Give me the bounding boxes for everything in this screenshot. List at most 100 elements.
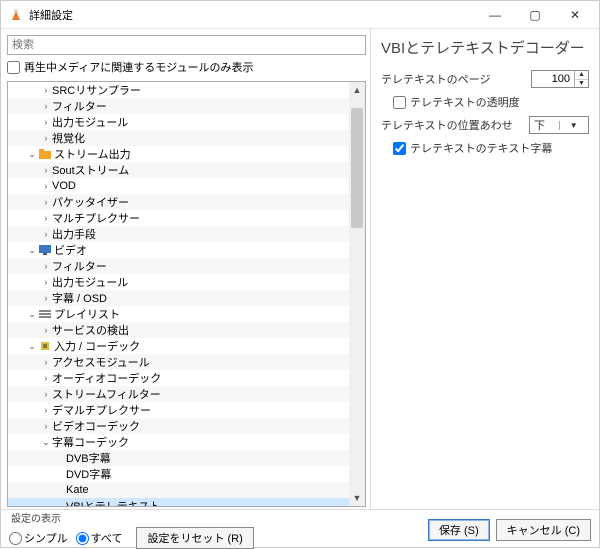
tree-item[interactable]: ›アクセスモジュール bbox=[8, 354, 349, 370]
chevron-right-icon[interactable]: › bbox=[40, 197, 52, 207]
chevron-down-icon[interactable]: ⌄ bbox=[26, 341, 38, 352]
chevron-down-icon[interactable]: ⌄ bbox=[26, 309, 38, 320]
close-button[interactable]: ✕ bbox=[555, 1, 595, 29]
tree-item[interactable]: ›視覚化 bbox=[8, 130, 349, 146]
tree-item[interactable]: ›ストリームフィルター bbox=[8, 386, 349, 402]
tree-item[interactable]: ›Soutストリーム bbox=[8, 162, 349, 178]
tree-item[interactable]: VBIとテレテキスト bbox=[8, 498, 349, 506]
settings-tree[interactable]: ›SRCリサンプラー›フィルター›出力モジュール›視覚化⌄ストリーム出力›Sou… bbox=[7, 81, 366, 507]
tree-item[interactable]: ›出力モジュール bbox=[8, 114, 349, 130]
display-mode-label: 設定の表示 bbox=[11, 510, 254, 525]
left-pane: 再生中メディアに関連するモジュールのみ表示 ›SRCリサンプラー›フィルター›出… bbox=[1, 29, 371, 509]
tree-item[interactable]: ›サービスの検出 bbox=[8, 322, 349, 338]
tree-item[interactable]: ⌄ 入力 / コーデック bbox=[8, 338, 349, 354]
only-related-modules-label: 再生中メディアに関連するモジュールのみ表示 bbox=[24, 59, 253, 75]
tree-item-label: ストリームフィルター bbox=[52, 386, 161, 402]
app-icon bbox=[9, 8, 23, 22]
tree-item[interactable]: ⌄字幕コーデック bbox=[8, 434, 349, 450]
window-title: 詳細設定 bbox=[29, 7, 73, 23]
text-subtitle-label: テレテキストのテキスト字幕 bbox=[410, 140, 552, 156]
tree-item-label: SRCリサンプラー bbox=[52, 82, 141, 98]
teletext-page-input[interactable] bbox=[532, 71, 574, 87]
chevron-right-icon[interactable]: › bbox=[40, 133, 52, 143]
text-subtitle-checkbox[interactable] bbox=[393, 142, 406, 155]
transparency-checkbox[interactable] bbox=[393, 96, 406, 109]
tree-item-label: 出力モジュール bbox=[52, 274, 128, 290]
tree-item[interactable]: ⌄ ストリーム出力 bbox=[8, 146, 349, 162]
tree-item-label: ビデオコーデック bbox=[52, 418, 140, 434]
tree-item[interactable]: Kate bbox=[8, 482, 349, 498]
scroll-down-icon[interactable]: ▼ bbox=[349, 490, 365, 506]
alignment-combo[interactable]: 下 ▼ bbox=[529, 116, 589, 134]
tree-item[interactable]: ›フィルター bbox=[8, 98, 349, 114]
tree-item[interactable]: ›ビデオコーデック bbox=[8, 418, 349, 434]
radio-simple[interactable]: シンプル bbox=[9, 530, 68, 546]
tree-item-label: マルチプレクサー bbox=[52, 210, 140, 226]
tree-item[interactable]: DVD字幕 bbox=[8, 466, 349, 482]
tree-item[interactable]: ›字幕 / OSD bbox=[8, 290, 349, 306]
maximize-button[interactable]: ▢ bbox=[515, 1, 555, 29]
tree-item[interactable]: ›VOD bbox=[8, 178, 349, 194]
tree-item-label: フィルター bbox=[52, 98, 107, 114]
tree-item-label: VBIとテレテキスト bbox=[66, 498, 160, 506]
chevron-down-icon[interactable]: ⌄ bbox=[26, 245, 38, 256]
panel-title: VBIとテレテキストデコーダー bbox=[381, 37, 589, 58]
tree-item[interactable]: ⌄ビデオ bbox=[8, 242, 349, 258]
chevron-right-icon[interactable]: › bbox=[40, 293, 52, 303]
scroll-thumb[interactable] bbox=[351, 108, 363, 228]
chevron-right-icon[interactable]: › bbox=[40, 373, 52, 383]
cancel-button[interactable]: キャンセル (C) bbox=[496, 519, 591, 541]
chevron-right-icon[interactable]: › bbox=[40, 405, 52, 415]
scroll-up-icon[interactable]: ▲ bbox=[349, 82, 365, 98]
chevron-down-icon[interactable]: ⌄ bbox=[40, 437, 52, 448]
tree-item[interactable]: ›パケッタイザー bbox=[8, 194, 349, 210]
spinner-up-icon[interactable]: ▲ bbox=[575, 71, 588, 80]
tree-item-label: ストリーム出力 bbox=[54, 146, 131, 162]
chevron-right-icon[interactable]: › bbox=[40, 85, 52, 95]
only-related-modules-checkbox[interactable] bbox=[7, 61, 20, 74]
teletext-page-label: テレテキストのページ bbox=[381, 71, 531, 87]
tree-scrollbar[interactable]: ▲ ▼ bbox=[349, 82, 365, 506]
chevron-right-icon[interactable]: › bbox=[40, 325, 52, 335]
chevron-right-icon[interactable]: › bbox=[40, 277, 52, 287]
reset-button[interactable]: 設定をリセット (R) bbox=[136, 527, 253, 549]
tree-item-label: 入力 / コーデック bbox=[54, 338, 140, 354]
tree-item[interactable]: ⌄プレイリスト bbox=[8, 306, 349, 322]
tree-item-label: アクセスモジュール bbox=[52, 354, 150, 370]
search-input[interactable] bbox=[7, 35, 366, 55]
minimize-button[interactable]: — bbox=[475, 1, 515, 29]
chevron-right-icon[interactable]: › bbox=[40, 181, 52, 191]
tree-item[interactable]: ›オーディオコーデック bbox=[8, 370, 349, 386]
tree-item-label: VOD bbox=[52, 180, 76, 192]
chevron-right-icon[interactable]: › bbox=[40, 229, 52, 239]
chevron-right-icon[interactable]: › bbox=[40, 261, 52, 271]
teletext-page-spinner[interactable]: ▲▼ bbox=[531, 70, 589, 88]
tree-item[interactable]: ›マルチプレクサー bbox=[8, 210, 349, 226]
tree-item[interactable]: ›出力モジュール bbox=[8, 274, 349, 290]
radio-all[interactable]: すべて bbox=[76, 530, 123, 546]
tree-item-label: 出力モジュール bbox=[52, 114, 128, 130]
chevron-right-icon[interactable]: › bbox=[40, 117, 52, 127]
tree-item[interactable]: ›SRCリサンプラー bbox=[8, 82, 349, 98]
monitor-blue-icon bbox=[38, 245, 52, 255]
chevron-right-icon[interactable]: › bbox=[40, 357, 52, 367]
tree-item[interactable]: ›出力手段 bbox=[8, 226, 349, 242]
chevron-right-icon[interactable]: › bbox=[40, 165, 52, 175]
chevron-right-icon[interactable]: › bbox=[40, 421, 52, 431]
chevron-right-icon[interactable]: › bbox=[40, 213, 52, 223]
tree-item-label: 字幕コーデック bbox=[52, 434, 129, 450]
chevron-right-icon[interactable]: › bbox=[40, 101, 52, 111]
chevron-down-icon[interactable]: ▼ bbox=[559, 121, 589, 130]
chevron-down-icon[interactable]: ⌄ bbox=[26, 149, 38, 160]
tree-item[interactable]: DVB字幕 bbox=[8, 450, 349, 466]
alignment-label: テレテキストの位置あわせ bbox=[381, 117, 529, 133]
tree-item[interactable]: ›デマルチプレクサー bbox=[8, 402, 349, 418]
tree-item[interactable]: ›フィルター bbox=[8, 258, 349, 274]
chevron-right-icon[interactable]: › bbox=[40, 389, 52, 399]
tree-item-label: Kate bbox=[66, 484, 89, 496]
titlebar: 詳細設定 — ▢ ✕ bbox=[1, 1, 599, 29]
spinner-down-icon[interactable]: ▼ bbox=[575, 80, 588, 88]
save-button[interactable]: 保存 (S) bbox=[428, 519, 490, 541]
folder-orange-icon bbox=[38, 149, 52, 159]
tree-item-label: DVD字幕 bbox=[66, 466, 111, 482]
